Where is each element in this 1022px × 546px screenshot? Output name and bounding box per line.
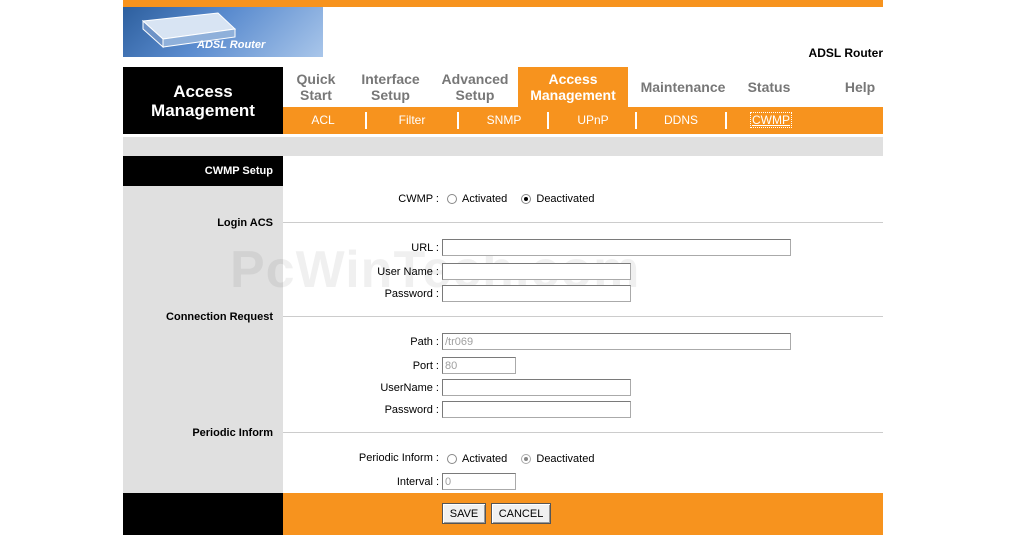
tab-label: Interface bbox=[361, 71, 420, 87]
left-label-column bbox=[123, 156, 283, 493]
divider bbox=[283, 316, 883, 317]
cr-path-input[interactable] bbox=[442, 333, 791, 350]
subtab-label: SNMP bbox=[486, 113, 522, 127]
divider bbox=[283, 432, 883, 433]
subtab-acl[interactable]: ACL bbox=[283, 107, 363, 134]
footer-bar bbox=[283, 493, 883, 535]
tab-label: Management bbox=[530, 87, 616, 103]
model-name: ADSL Router bbox=[808, 46, 883, 60]
cwmp-deactivated-radio[interactable] bbox=[521, 194, 532, 205]
cr-username-label: UserName : bbox=[380, 382, 439, 394]
periodic-activated-label: Activated bbox=[462, 453, 508, 465]
cwmp-deactivated-label: Deactivated bbox=[536, 193, 595, 205]
subtab-label: ACL bbox=[311, 113, 335, 127]
section-title-line1: Access bbox=[173, 81, 233, 101]
connection-request-title: Connection Request bbox=[166, 311, 273, 323]
acs-username-label: User Name : bbox=[377, 266, 439, 278]
save-button[interactable]: SAVE bbox=[442, 503, 486, 524]
tab-quick-start[interactable]: Quick Start bbox=[283, 67, 349, 107]
cr-port-label: Port : bbox=[412, 360, 439, 372]
cr-port-input[interactable] bbox=[442, 357, 516, 374]
acs-url-input[interactable] bbox=[442, 239, 791, 256]
subtab-upnp[interactable]: UPnP bbox=[549, 107, 637, 134]
acs-password-input[interactable] bbox=[442, 285, 631, 302]
periodic-inform-title: Periodic Inform bbox=[192, 427, 273, 439]
tab-label: Start bbox=[300, 87, 332, 103]
tab-label: Setup bbox=[455, 87, 495, 103]
logo-text: ADSL Router bbox=[197, 39, 266, 51]
tab-label: Access bbox=[548, 71, 598, 87]
tab-label: Setup bbox=[371, 87, 410, 103]
section-head-label: CWMP Setup bbox=[204, 165, 273, 177]
subtab-label: DDNS bbox=[663, 113, 698, 127]
cwmp-label: CWMP : bbox=[398, 193, 439, 205]
top-accent-strip bbox=[123, 0, 883, 7]
sub-nav: ACL Filter SNMP UPnP DDNS CWMP bbox=[283, 107, 883, 134]
footer-left bbox=[123, 493, 283, 535]
cr-username-input[interactable] bbox=[442, 379, 631, 396]
tab-label: Help bbox=[844, 79, 876, 95]
periodic-deactivated-radio[interactable] bbox=[521, 454, 532, 465]
tab-status[interactable]: Status bbox=[738, 67, 800, 107]
tab-label: Maintenance bbox=[640, 79, 726, 95]
cr-password-input[interactable] bbox=[442, 401, 631, 418]
periodic-inform-label: Periodic Inform : bbox=[358, 452, 439, 464]
cancel-button[interactable]: CANCEL bbox=[491, 503, 551, 524]
interval-label: Interval : bbox=[396, 476, 439, 488]
subtab-cwmp[interactable]: CWMP bbox=[727, 107, 815, 134]
periodic-inform-radio-group: Activated Deactivated bbox=[447, 453, 594, 465]
tab-advanced-setup[interactable]: Advanced Setup bbox=[432, 67, 518, 107]
section-head: CWMP Setup bbox=[123, 156, 283, 186]
acs-username-input[interactable] bbox=[442, 263, 631, 280]
periodic-deactivated-label: Deactivated bbox=[536, 453, 595, 465]
subtab-ddns[interactable]: DDNS bbox=[637, 107, 725, 134]
subtab-filter[interactable]: Filter bbox=[367, 107, 457, 134]
tab-help[interactable]: Help bbox=[800, 67, 920, 107]
interval-input[interactable] bbox=[442, 473, 516, 490]
login-acs-title: Login ACS bbox=[217, 217, 273, 229]
content-top-strip bbox=[123, 137, 883, 156]
acs-url-label: URL : bbox=[411, 242, 439, 254]
tab-label: Quick bbox=[296, 71, 336, 87]
divider bbox=[283, 222, 883, 223]
tab-maintenance[interactable]: Maintenance bbox=[628, 67, 738, 107]
subtab-snmp[interactable]: SNMP bbox=[459, 107, 549, 134]
tab-access-management[interactable]: Access Management bbox=[518, 67, 628, 107]
periodic-activated-radio[interactable] bbox=[447, 454, 457, 465]
cwmp-activated-label: Activated bbox=[462, 193, 508, 205]
subtab-label: UPnP bbox=[577, 113, 609, 127]
main-nav: Quick Start Interface Setup Advanced Setup … bbox=[283, 67, 883, 107]
subtab-label: Filter bbox=[398, 113, 426, 127]
tab-label: Advanced bbox=[441, 71, 509, 87]
section-title: Access Management bbox=[123, 67, 283, 134]
tab-label: Status bbox=[747, 79, 791, 95]
section-title-line2: Management bbox=[151, 100, 255, 120]
cwmp-radio-group: Activated Deactivated bbox=[447, 193, 594, 205]
acs-password-label: Password : bbox=[384, 288, 439, 300]
cr-password-label: Password : bbox=[384, 404, 439, 416]
router-logo: ADSL Router bbox=[123, 7, 323, 57]
tab-interface-setup[interactable]: Interface Setup bbox=[349, 67, 432, 107]
cwmp-activated-radio[interactable] bbox=[447, 194, 457, 205]
subtab-label: CWMP bbox=[750, 112, 792, 128]
cr-path-label: Path : bbox=[410, 336, 439, 348]
